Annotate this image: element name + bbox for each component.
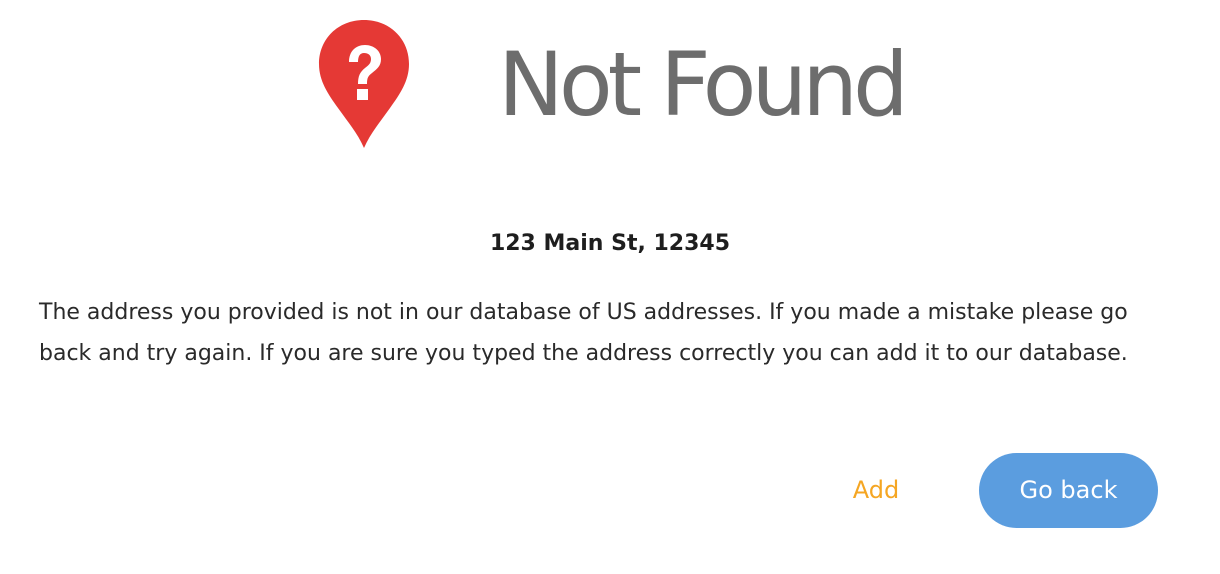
map-pin-question-icon (316, 18, 412, 150)
header: Not Found (316, 18, 916, 153)
address-heading: 123 Main St, 12345 (489, 231, 731, 256)
go-back-button[interactable]: Go back (979, 453, 1158, 528)
add-button[interactable]: Add (836, 468, 916, 512)
not-found-page: Not Found 123 Main St, 12345 The address… (0, 0, 1220, 574)
not-found-message: The address you provided is not in our d… (39, 300, 1128, 366)
page-title: Not Found (498, 33, 909, 136)
